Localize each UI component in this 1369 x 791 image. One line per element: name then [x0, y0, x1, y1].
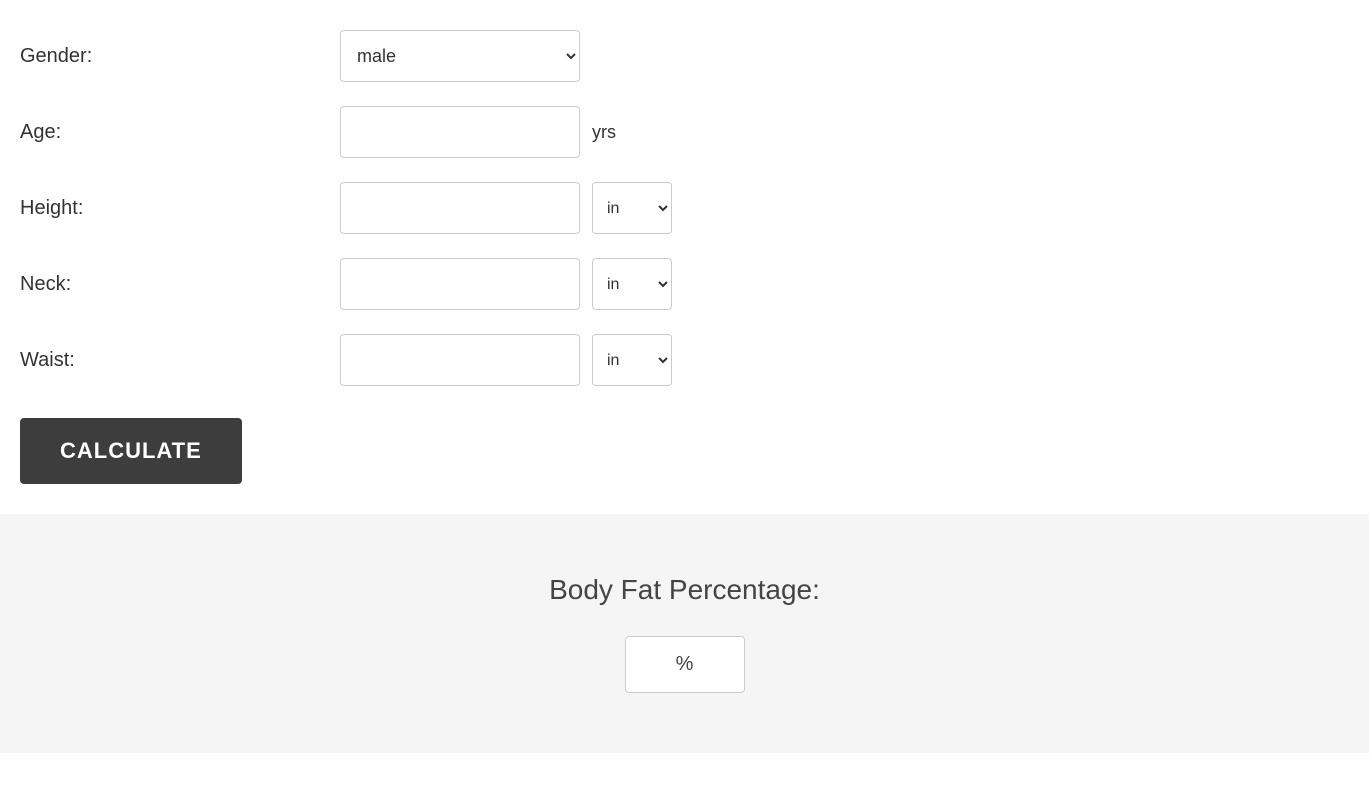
age-row: Age: yrs — [20, 106, 780, 158]
calculate-button[interactable]: CALCULATE — [20, 418, 242, 484]
result-unit: % — [676, 653, 694, 675]
waist-unit-select[interactable]: in cm — [592, 334, 672, 386]
height-row: Height: in cm — [20, 182, 780, 234]
result-box: % — [625, 636, 745, 693]
waist-input[interactable] — [340, 334, 580, 386]
age-unit-label: yrs — [592, 122, 616, 143]
height-label: Height: — [20, 197, 340, 220]
result-title: Body Fat Percentage: — [20, 574, 1349, 606]
gender-select[interactable]: male female — [340, 30, 580, 82]
gender-label: Gender: — [20, 45, 340, 68]
age-label: Age: — [20, 121, 340, 144]
gender-row: Gender: male female — [20, 30, 780, 82]
age-input[interactable] — [340, 106, 580, 158]
neck-input[interactable] — [340, 258, 580, 310]
waist-label: Waist: — [20, 349, 340, 372]
height-input[interactable] — [340, 182, 580, 234]
neck-row: Neck: in cm — [20, 258, 780, 310]
waist-row: Waist: in cm — [20, 334, 780, 386]
height-input-wrapper — [340, 182, 580, 234]
neck-unit-select[interactable]: in cm — [592, 258, 672, 310]
result-section: Body Fat Percentage: % — [0, 514, 1369, 753]
height-unit-select[interactable]: in cm — [592, 182, 672, 234]
neck-label: Neck: — [20, 273, 340, 296]
